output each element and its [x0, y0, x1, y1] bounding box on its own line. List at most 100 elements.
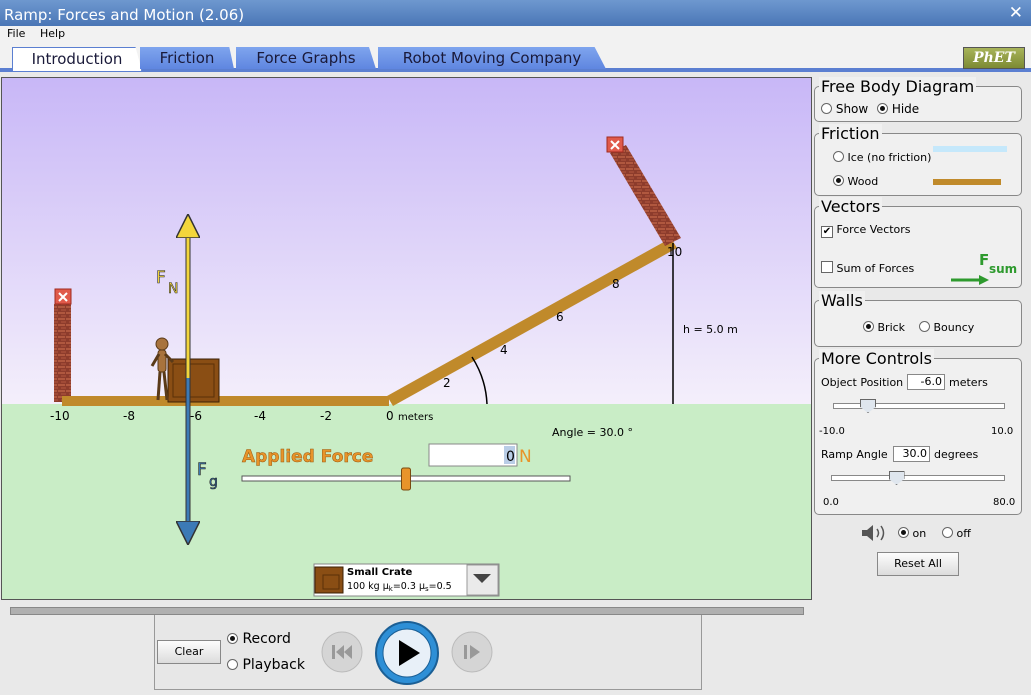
gravity-force-subscript: g — [209, 474, 218, 490]
more-controls-panel: More Controls Object Position -6.0 meter… — [814, 349, 1022, 515]
speaker-icon[interactable] — [860, 522, 890, 544]
angle-label: Angle = 30.0 ° — [552, 426, 633, 439]
window-title: Ramp: Forces and Motion (2.06) — [4, 6, 245, 24]
sky — [2, 78, 811, 404]
rewind-icon[interactable] — [320, 630, 364, 674]
position-max-label: 10.0 — [991, 426, 1014, 437]
object-position-label: Object Position — [821, 376, 904, 389]
floor-plank — [62, 396, 389, 406]
timeline-slider[interactable] — [10, 607, 804, 615]
object-position-slider-track[interactable] — [833, 403, 1005, 409]
playback-option[interactable]: Playback — [227, 657, 305, 673]
vectors-panel: Vectors ✔ Force Vectors Sum of Forces F … — [814, 197, 1022, 288]
walls-brick-radio[interactable] — [863, 321, 874, 332]
menu-bar — [0, 26, 1031, 42]
object-properties: 100 kg μk=0.3 μs=0.5 — [347, 581, 452, 593]
friction-ice-label: Ice (no friction) — [847, 151, 932, 164]
ramp-angle-slider-track[interactable] — [831, 475, 1005, 481]
reset-all-button[interactable]: Reset All — [877, 552, 959, 576]
playback-radio[interactable] — [227, 659, 238, 670]
ramp-angle-slider-thumb[interactable] — [888, 471, 905, 485]
applied-force-field[interactable] — [428, 443, 518, 467]
force-vectors-checkbox[interactable]: ✔ — [821, 226, 833, 238]
object-mass: 100 kg — [347, 581, 380, 592]
tab-introduction[interactable]: Introduction — [12, 47, 142, 71]
applied-force-label: Applied Force — [242, 447, 373, 467]
sound-off-label: off — [956, 527, 971, 540]
normal-force-label: F — [156, 268, 166, 288]
sum-icon-sub: sum — [989, 262, 1018, 276]
close-icon[interactable]: ✕ — [1009, 3, 1023, 23]
applied-force-slider-thumb[interactable] — [401, 467, 411, 491]
angle-max-label: 80.0 — [993, 497, 1016, 508]
walls-bouncy-label: Bouncy — [933, 321, 975, 334]
object-mu-s: 0.5 — [437, 581, 452, 592]
height-label: h = 5.0 m — [683, 323, 738, 336]
left-wall-remove-icon[interactable] — [54, 288, 72, 305]
tab-force-graphs[interactable]: Force Graphs — [236, 47, 376, 69]
ramp-tick-label: 6 — [556, 310, 564, 324]
fbd-hide-radio[interactable] — [877, 103, 888, 114]
record-label: Record — [242, 631, 291, 647]
sum-of-forces-checkbox[interactable] — [821, 261, 833, 273]
sound-off-option[interactable]: off — [942, 527, 971, 540]
small-crate[interactable] — [167, 358, 220, 403]
sound-off-radio[interactable] — [942, 527, 953, 538]
sum-icon-f: F — [979, 251, 990, 269]
tab-friction[interactable]: Friction — [140, 47, 234, 69]
phet-logo[interactable]: PhET — [963, 47, 1025, 69]
walls-bouncy-radio[interactable] — [919, 321, 930, 332]
axis-tick-label: -6 — [190, 409, 202, 423]
fbd-show-radio[interactable] — [821, 103, 832, 114]
walls-brick-option[interactable]: Brick — [863, 321, 905, 334]
ramp-angle-label: Ramp Angle — [821, 448, 888, 461]
friction-ice-radio[interactable] — [833, 151, 844, 162]
ramp-tick-label: 2 — [443, 376, 451, 390]
sum-of-forces-option[interactable]: Sum of Forces — [821, 261, 914, 275]
more-controls-title: More Controls — [819, 349, 934, 368]
right-wall-remove-icon[interactable] — [606, 136, 624, 153]
wood-swatch — [933, 179, 1001, 185]
record-option[interactable]: Record — [227, 631, 291, 647]
gravity-force-label: F — [197, 460, 207, 480]
menu-file[interactable]: File — [7, 27, 25, 40]
object-position-slider-thumb[interactable] — [860, 399, 876, 413]
sum-of-forces-label: Sum of Forces — [836, 262, 915, 275]
walls-title: Walls — [819, 291, 865, 310]
fbd-panel: Free Body Diagram Show Hide — [814, 77, 1022, 122]
playback-label: Playback — [242, 657, 305, 673]
step-icon[interactable] — [450, 630, 494, 674]
fbd-hide-label: Hide — [891, 102, 920, 116]
friction-wood-label: Wood — [847, 175, 879, 188]
ramp-angle-field[interactable]: 30.0 — [893, 446, 930, 462]
fbd-hide-option[interactable]: Hide — [877, 102, 919, 116]
object-position-unit: meters — [949, 376, 988, 389]
friction-wood-radio[interactable] — [833, 175, 844, 186]
menu-help[interactable]: Help — [40, 27, 65, 40]
axis-tick-label: -4 — [254, 409, 266, 423]
sound-on-radio[interactable] — [898, 527, 909, 538]
force-vectors-label: Force Vectors — [836, 223, 911, 236]
clear-button[interactable]: Clear — [157, 640, 221, 664]
position-min-label: -10.0 — [819, 426, 845, 437]
fbd-show-option[interactable]: Show — [821, 102, 868, 116]
friction-ice-option[interactable]: Ice (no friction) — [833, 151, 931, 164]
object-name: Small Crate — [347, 567, 413, 578]
applied-force-value: 0 — [506, 449, 515, 465]
tab-robot-moving-company[interactable]: Robot Moving Company — [378, 47, 606, 69]
object-position-field[interactable]: -6.0 — [907, 374, 945, 390]
sound-on-option[interactable]: on — [898, 527, 926, 540]
friction-wood-option[interactable]: Wood — [833, 175, 878, 188]
vectors-title: Vectors — [819, 197, 883, 216]
angle-min-label: 0.0 — [823, 497, 839, 508]
play-icon[interactable] — [374, 620, 440, 686]
play-area: h = 5.0 m Angle = 30.0 ° -10 -8 -6 -4 -2… — [1, 77, 812, 600]
record-radio[interactable] — [227, 633, 238, 644]
fbd-title: Free Body Diagram — [819, 77, 977, 96]
applied-force-unit: N — [519, 447, 532, 467]
force-vectors-option[interactable]: ✔ Force Vectors — [821, 223, 911, 238]
ramp-scene: h = 5.0 m Angle = 30.0 ° -10 -8 -6 -4 -2… — [2, 78, 811, 599]
normal-force-subscript: N — [168, 281, 178, 297]
walls-bouncy-option[interactable]: Bouncy — [919, 321, 974, 334]
axis-tick-label: -8 — [123, 409, 135, 423]
